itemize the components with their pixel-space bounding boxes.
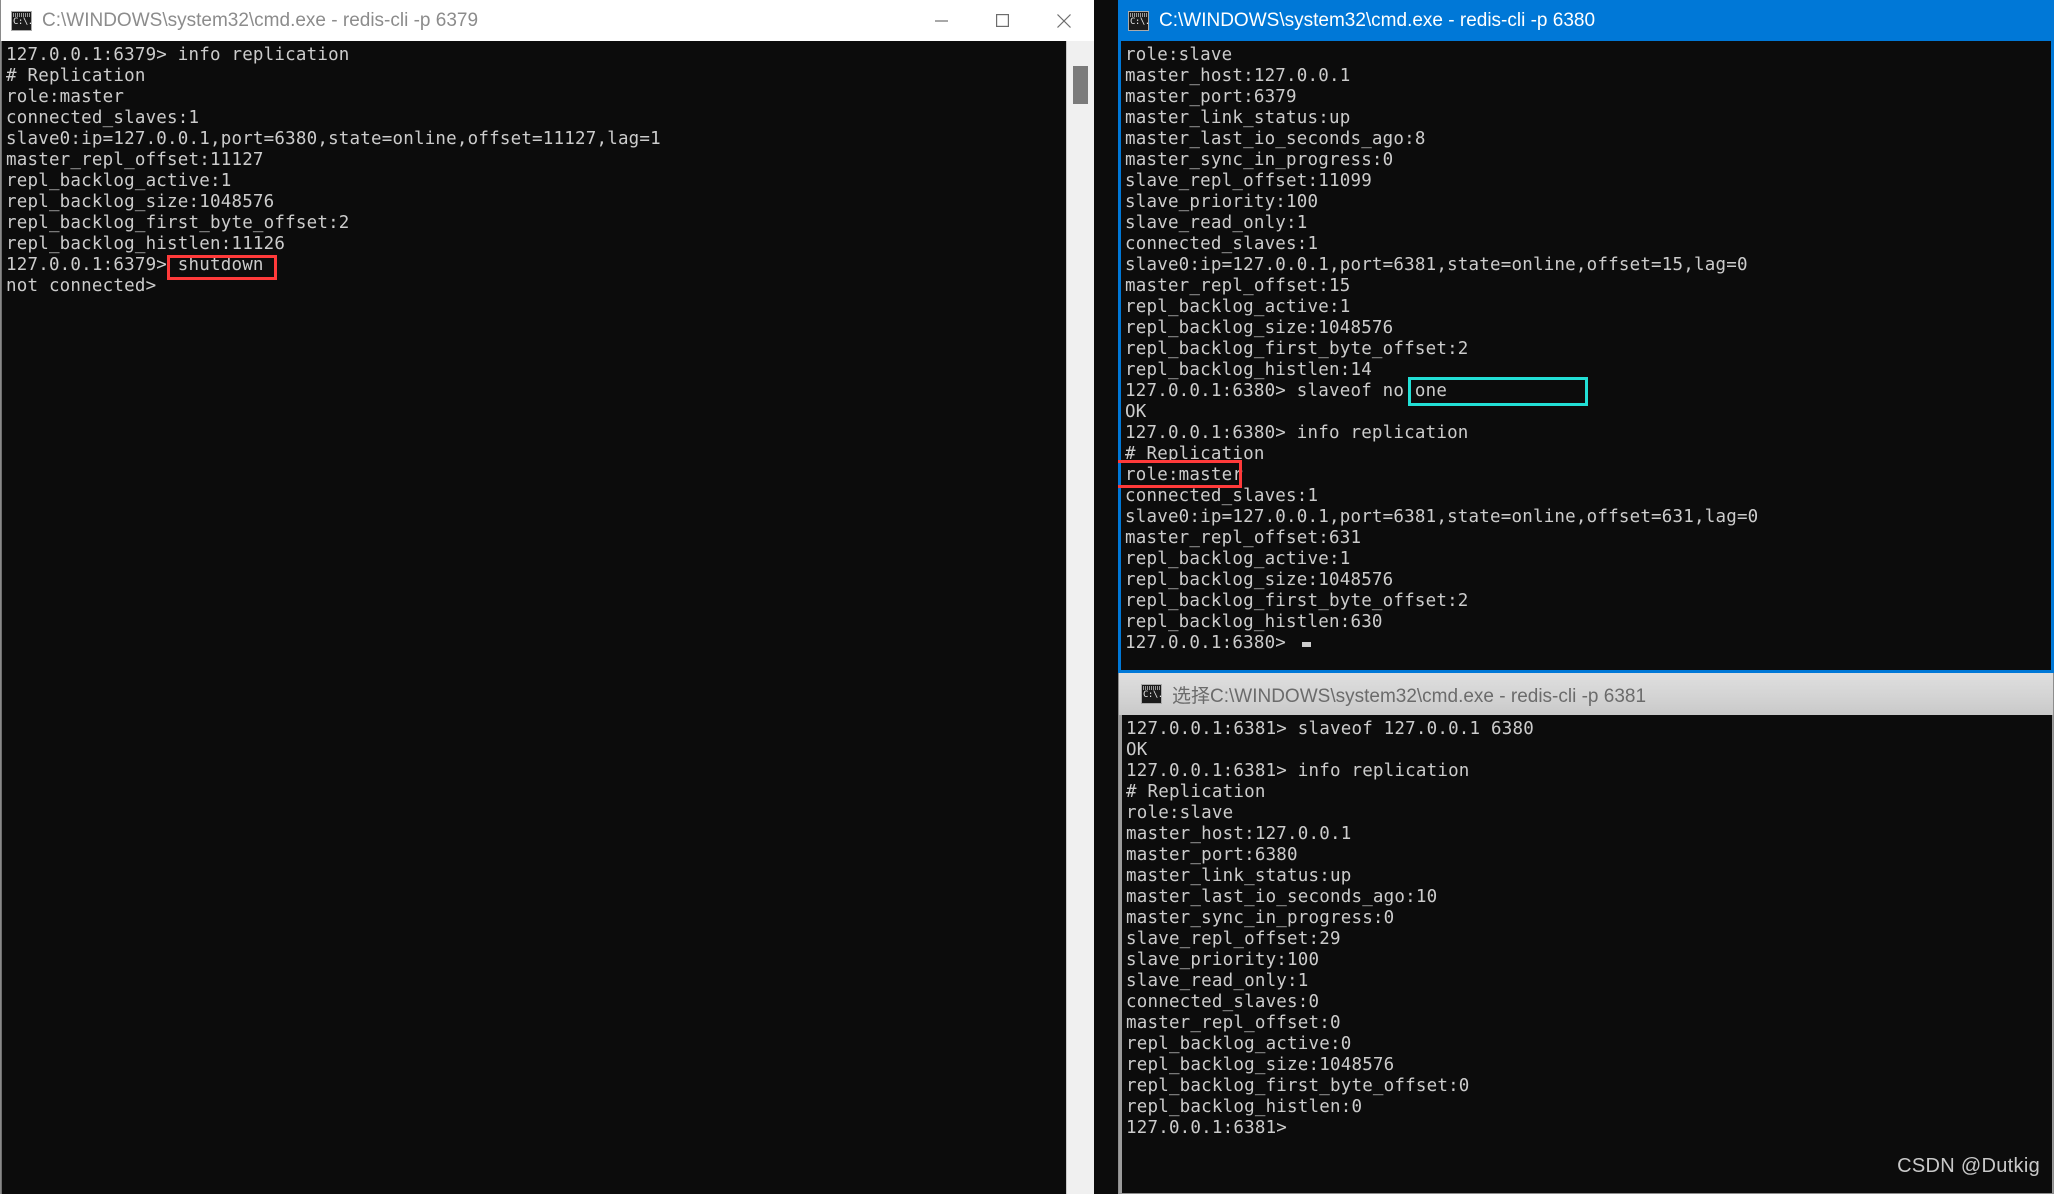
close-icon[interactable] (1033, 0, 1094, 41)
watermark: CSDN @Dutkig (1897, 1155, 2040, 1177)
titlebar-6379[interactable]: C:\WINDOWS\system32\cmd.exe - redis-cli … (1, 0, 1094, 41)
console-line: master_port:6380 (1126, 845, 1298, 865)
console-line: repl_backlog_size:1048576 (1126, 1055, 1395, 1075)
console-line: repl_backlog_first_byte_offset:2 (1125, 591, 1469, 611)
console-line: 127.0.0.1:6379> info replication (6, 45, 350, 65)
console-line: master_sync_in_progress:0 (1126, 908, 1395, 928)
console-line: role:slave (1126, 803, 1234, 823)
console-line: 127.0.0.1:6381> (1126, 1118, 1288, 1138)
console-line: slave_repl_offset:29 (1126, 929, 1341, 949)
console-line: repl_backlog_histlen:630 (1125, 612, 1383, 632)
minimize-icon[interactable] (911, 0, 972, 41)
console-line: not connected> (6, 276, 157, 296)
console-line: master_port:6379 (1125, 87, 1297, 107)
console-line: slave0:ip=127.0.0.1,port=6381,state=onli… (1125, 507, 1759, 527)
console-line: repl_backlog_histlen:11126 (6, 234, 286, 254)
scrollbar-6379[interactable] (1066, 41, 1094, 1194)
window-title-6379: C:\WINDOWS\system32\cmd.exe - redis-cli … (42, 9, 479, 31)
console-line: repl_backlog_active:1 (1125, 297, 1351, 317)
scrollbar-thumb[interactable] (1073, 66, 1088, 104)
console-line: slave0:ip=127.0.0.1,port=6381,state=onli… (1125, 255, 1748, 275)
console-line: slave_priority:100 (1125, 192, 1319, 212)
window-controls-6379 (911, 0, 1094, 41)
console-line: master_link_status:up (1126, 866, 1352, 886)
console-line: slave_repl_offset:11099 (1125, 171, 1372, 191)
console-line: repl_backlog_size:1048576 (1125, 570, 1394, 590)
console-line: 127.0.0.1:6381> slaveof 127.0.0.1 6380 (1126, 719, 1534, 739)
console-line: master_repl_offset:11127 (6, 150, 264, 170)
console-line: master_repl_offset:15 (1125, 276, 1351, 296)
console-line: connected_slaves:1 (6, 108, 200, 128)
console-line: role:slave (1125, 45, 1233, 65)
console-line: repl_backlog_first_byte_offset:2 (6, 213, 350, 233)
console-line: master_last_io_seconds_ago:8 (1125, 129, 1426, 149)
console-line: slave_priority:100 (1126, 950, 1320, 970)
cmd-icon (1128, 10, 1150, 31)
console-line: connected_slaves:1 (1125, 486, 1319, 506)
window-title-6381: 选择C:\WINDOWS\system32\cmd.exe - redis-cl… (1172, 685, 1647, 707)
console-line: slave0:ip=127.0.0.1,port=6380,state=onli… (6, 129, 661, 149)
console-line: slave_read_only:1 (1125, 213, 1308, 233)
titlebar-6381[interactable]: 选择C:\WINDOWS\system32\cmd.exe - redis-cl… (1119, 673, 2053, 715)
console-line: 127.0.0.1:6380> slaveof no one (1125, 381, 1448, 401)
console-output-6379[interactable]: 127.0.0.1:6379> info replication # Replic… (2, 41, 1094, 1194)
console-output-6380[interactable]: role:slave master_host:127.0.0.1 master_po… (1121, 41, 2051, 670)
console-line: repl_backlog_size:1048576 (6, 192, 275, 212)
console-line: repl_backlog_active:0 (1126, 1034, 1352, 1054)
console-line: 127.0.0.1:6381> info replication (1126, 761, 1470, 781)
console-output-6381[interactable]: 127.0.0.1:6381> slaveof 127.0.0.1 6380 OK… (1122, 715, 2052, 1193)
console-line: OK (1125, 402, 1147, 422)
console-line: repl_backlog_first_byte_offset:0 (1126, 1076, 1470, 1096)
console-line: master_host:127.0.0.1 (1126, 824, 1352, 844)
cmd-window-6380[interactable]: C:\WINDOWS\system32\cmd.exe - redis-cli … (1118, 0, 2054, 673)
console-line: 127.0.0.1:6380> (1125, 633, 2051, 654)
console-line: 127.0.0.1:6379> shutdown (6, 255, 264, 275)
console-line: repl_backlog_active:1 (6, 171, 232, 191)
console-line: master_sync_in_progress:0 (1125, 150, 1394, 170)
console-line: role:master (1125, 465, 1244, 485)
console-line: role:master (6, 87, 125, 107)
cmd-icon (11, 10, 33, 31)
titlebar-6380[interactable]: C:\WINDOWS\system32\cmd.exe - redis-cli … (1118, 0, 2054, 41)
cmd-window-6381[interactable]: 选择C:\WINDOWS\system32\cmd.exe - redis-cl… (1118, 673, 2054, 1194)
console-line: master_repl_offset:0 (1126, 1013, 1341, 1033)
console-line: connected_slaves:0 (1126, 992, 1320, 1012)
window-title-6380: C:\WINDOWS\system32\cmd.exe - redis-cli … (1159, 9, 1596, 31)
cmd-icon (1141, 684, 1163, 704)
console-line: slave_read_only:1 (1126, 971, 1309, 991)
console-line: master_repl_offset:631 (1125, 528, 1362, 548)
console-line: connected_slaves:1 (1125, 234, 1319, 254)
console-line: master_host:127.0.0.1 (1125, 66, 1351, 86)
console-line: repl_backlog_histlen:0 (1126, 1097, 1363, 1117)
console-line: # Replication (6, 66, 146, 86)
console-line: repl_backlog_first_byte_offset:2 (1125, 339, 1469, 359)
maximize-icon[interactable] (972, 0, 1033, 41)
console-line: repl_backlog_size:1048576 (1125, 318, 1394, 338)
console-line: # Replication (1126, 782, 1266, 802)
console-line: 127.0.0.1:6380> info replication (1125, 423, 1469, 443)
console-line: repl_backlog_histlen:14 (1125, 360, 1372, 380)
console-line: # Replication (1125, 444, 1265, 464)
text-cursor (1302, 642, 1312, 647)
cmd-window-6379[interactable]: C:\WINDOWS\system32\cmd.exe - redis-cli … (0, 0, 1094, 1194)
console-line: repl_backlog_active:1 (1125, 549, 1351, 569)
console-line: master_last_io_seconds_ago:10 (1126, 887, 1438, 907)
console-line: OK (1126, 740, 1148, 760)
console-line: master_link_status:up (1125, 108, 1351, 128)
